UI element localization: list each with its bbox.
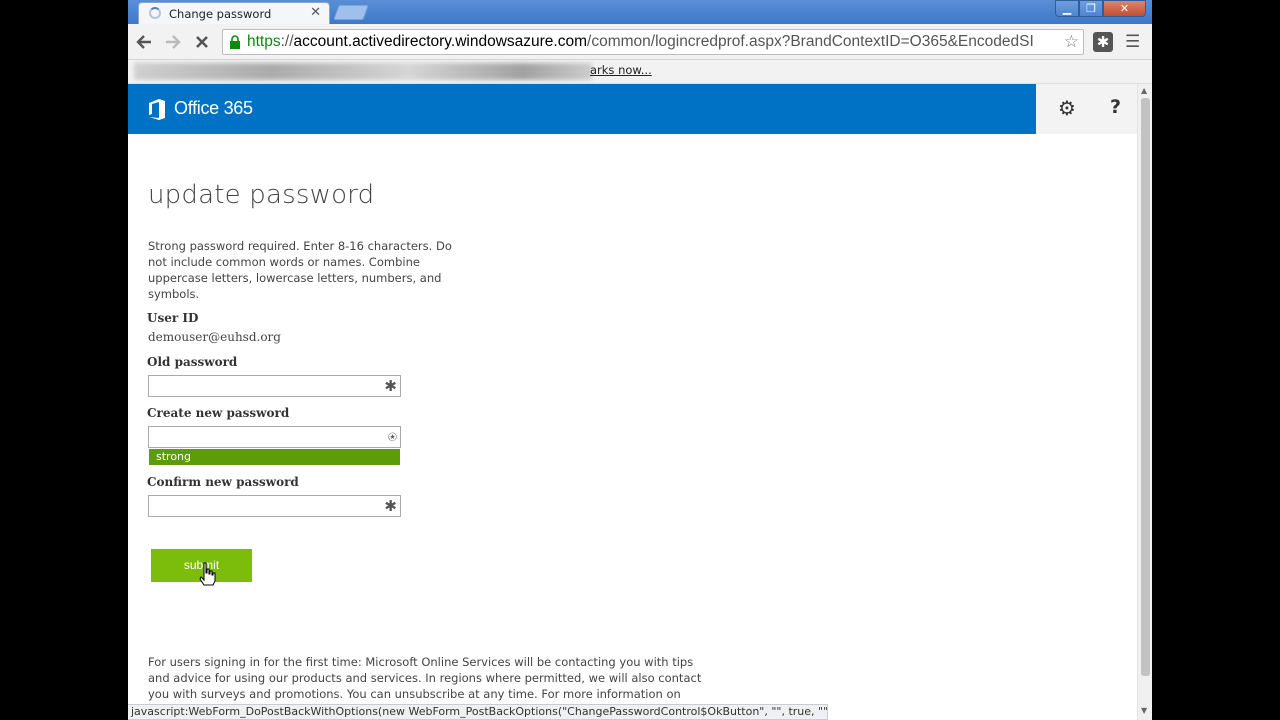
- office-logo-icon: [149, 99, 165, 120]
- address-bar[interactable]: https://account.activedirectory.windowsa…: [222, 29, 1084, 55]
- password-instructions: Strong password required. Enter 8-16 cha…: [148, 239, 452, 301]
- office365-logo-text: Office 365: [174, 98, 253, 118]
- old-password-field[interactable]: ✱: [148, 375, 401, 397]
- back-arrow-icon: [136, 35, 151, 49]
- new-tab-button[interactable]: [333, 5, 369, 20]
- new-password-input[interactable]: [151, 428, 379, 446]
- tab-change-password[interactable]: Change password ✕: [138, 2, 330, 24]
- hand-cursor-icon: [199, 562, 216, 586]
- browser-toolbar: https://account.activedirectory.windowsa…: [128, 24, 1152, 60]
- new-password-label: Create new password: [147, 406, 290, 420]
- scroll-down-arrow-icon[interactable]: ▼: [1141, 706, 1147, 715]
- password-key-icon: ⍟: [387, 428, 397, 446]
- status-bar: javascript:WebForm_DoPostBackWithOptions…: [128, 704, 828, 720]
- asterisk-icon: ✱: [384, 497, 397, 515]
- scroll-up-arrow-icon[interactable]: ▲: [1141, 86, 1147, 95]
- lock-icon: [230, 35, 240, 49]
- new-password-field[interactable]: ⍟: [148, 426, 401, 448]
- title-bar: Change password ✕ ▁ ❐ ✕: [128, 0, 1152, 24]
- url-host: account.activedirectory.windowsazure.com: [293, 33, 588, 50]
- page-content: Office 365 ⚙ ? update password Strong pa…: [128, 84, 1137, 704]
- tab-title: Change password: [169, 7, 272, 21]
- header-tools: ⚙ ?: [1036, 84, 1137, 134]
- old-password-input[interactable]: [151, 377, 379, 395]
- loading-spinner-icon: [149, 7, 161, 19]
- confirm-password-field[interactable]: ✱: [148, 495, 401, 517]
- back-button[interactable]: [132, 30, 156, 54]
- url-sep: ://: [280, 33, 294, 50]
- maximize-button[interactable]: ❐: [1079, 0, 1103, 17]
- gear-icon[interactable]: ⚙: [1058, 96, 1076, 120]
- url-scheme: https: [247, 33, 281, 50]
- browser-window: Change password ✕ ▁ ❐ ✕ https://account.…: [128, 0, 1152, 720]
- stop-x-icon: [196, 36, 208, 48]
- page-title: update password: [148, 180, 375, 210]
- first-time-notice: For users signing in for the first time:…: [148, 655, 702, 704]
- userid-label: User ID: [147, 311, 199, 325]
- menu-hamburger-icon[interactable]: ☰: [1125, 32, 1140, 52]
- help-icon[interactable]: ?: [1110, 96, 1121, 118]
- tab-close-icon[interactable]: ✕: [310, 5, 321, 20]
- userid-value: demouser@euhsd.org: [148, 330, 281, 344]
- stop-loading-button[interactable]: [190, 30, 214, 54]
- bookmarks-import-link[interactable]: arks now...: [590, 63, 652, 77]
- scrollbar-thumb[interactable]: [1141, 98, 1150, 676]
- url-text: https://account.activedirectory.windowsa…: [247, 33, 1034, 51]
- office365-header: Office 365: [128, 84, 1036, 134]
- bookmarks-items-blurred: [134, 63, 592, 80]
- bookmarks-bar: arks now...: [128, 60, 1152, 84]
- forward-arrow-icon: [166, 35, 181, 49]
- close-window-button[interactable]: ✕: [1103, 0, 1146, 17]
- confirm-password-input[interactable]: [151, 497, 379, 515]
- forward-button[interactable]: [161, 30, 185, 54]
- bookmark-star-icon[interactable]: ☆: [1061, 32, 1079, 52]
- minimize-button[interactable]: ▁: [1055, 0, 1079, 17]
- page-scrollbar[interactable]: ▲ ▼: [1137, 84, 1152, 720]
- password-strength-meter: strong: [149, 449, 400, 465]
- old-password-label: Old password: [147, 355, 238, 369]
- url-path: /common/logincredprof.aspx?BrandContextI…: [587, 33, 1034, 50]
- asterisk-icon: ✱: [384, 377, 397, 395]
- extension-puzzle-icon[interactable]: ✱: [1093, 32, 1113, 52]
- confirm-password-label: Confirm new password: [147, 475, 299, 489]
